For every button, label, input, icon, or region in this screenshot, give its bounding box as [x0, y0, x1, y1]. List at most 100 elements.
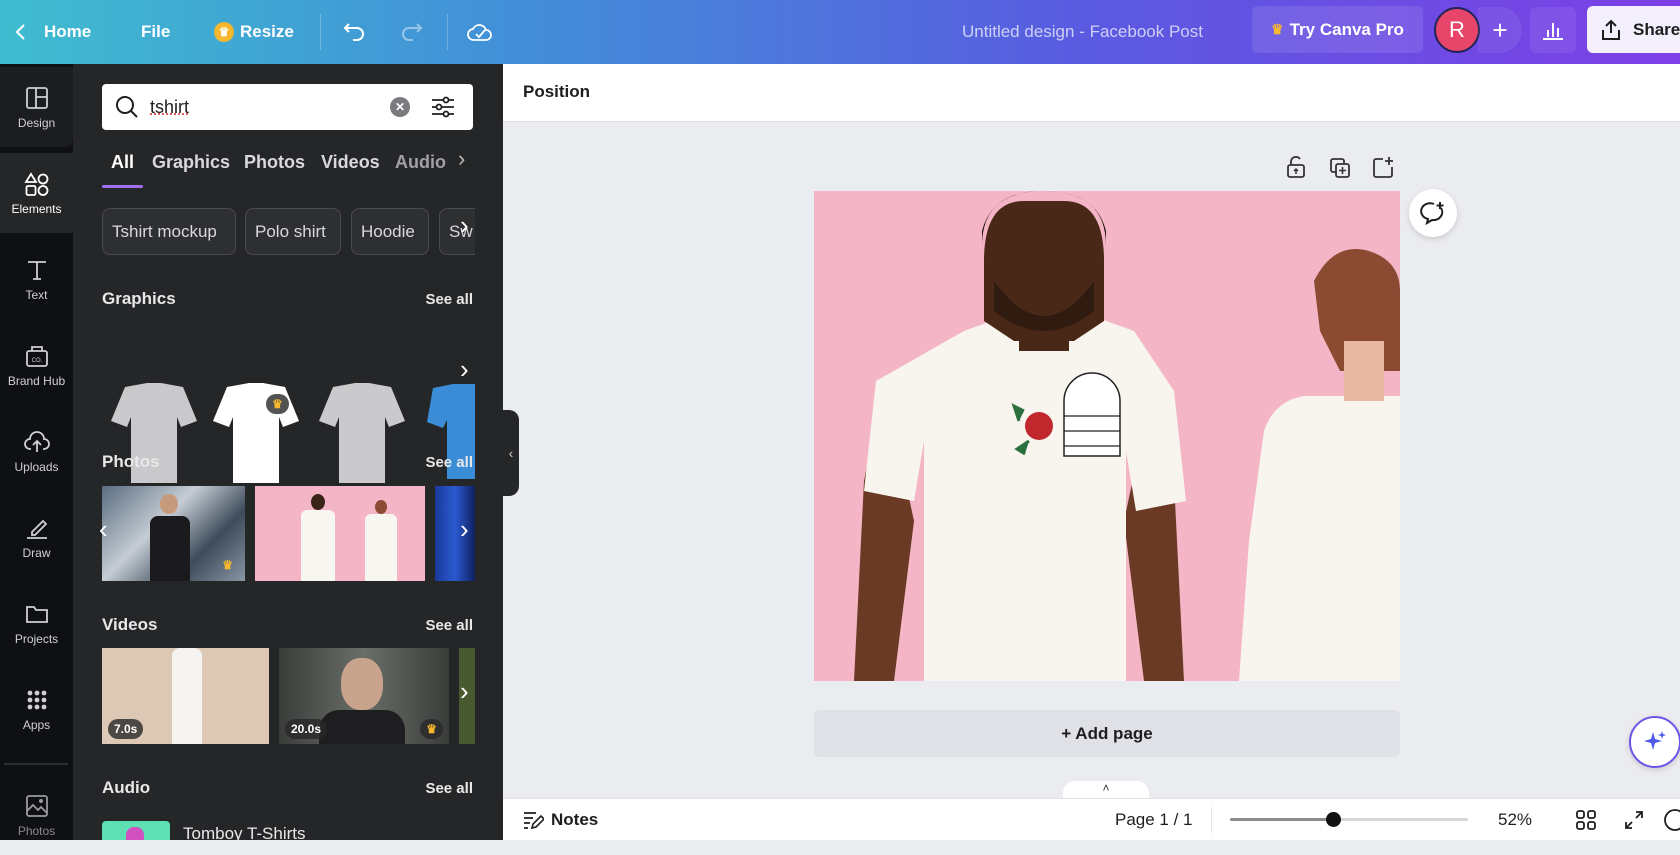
bar-chart-icon	[1543, 23, 1563, 40]
videos-next-icon[interactable]: ›	[460, 676, 469, 707]
rail-item-apps[interactable]: Apps	[0, 669, 73, 749]
suggestion-chip[interactable]: Sw	[439, 208, 475, 255]
man-figure	[854, 191, 1186, 681]
add-comment-button[interactable]	[1409, 189, 1457, 237]
elements-panel: ✕ All Graphics Photos Videos Audio › Tsh…	[73, 64, 503, 840]
rail-item-projects[interactable]: Projects	[0, 583, 73, 663]
chevron-up-icon: ˄	[1102, 781, 1110, 795]
try-canva-pro-button[interactable]: ♛ Try Canva Pro	[1252, 6, 1423, 53]
position-button[interactable]: Position	[523, 82, 590, 102]
see-all-videos[interactable]: See all	[425, 617, 473, 634]
design-title[interactable]: Untitled design - Facebook Post	[962, 0, 1203, 64]
rail-item-uploads[interactable]: Uploads	[0, 411, 73, 491]
audio-track-title[interactable]: Tomboy T-Shirts	[183, 824, 306, 840]
side-rail: Design Elements Text CO. Brand Hub Uploa…	[0, 64, 73, 840]
home-label: Home	[44, 22, 92, 41]
show-pages-button[interactable]: ˄	[1063, 781, 1149, 799]
video-item[interactable]: 20.0s ♛	[279, 648, 449, 744]
rail-label: Uploads	[14, 459, 59, 474]
suggestion-chip[interactable]: Polo shirt	[245, 208, 341, 255]
notes-button[interactable]: Notes	[522, 799, 598, 841]
file-menu[interactable]: File	[141, 0, 170, 64]
photo-figure	[160, 494, 178, 514]
tab-all[interactable]: All	[111, 152, 134, 173]
rail-item-design[interactable]: Design	[0, 67, 73, 147]
avatar[interactable]: R	[1434, 7, 1480, 53]
notes-icon	[524, 812, 544, 830]
clear-search-button[interactable]: ✕	[390, 97, 410, 117]
share-icon	[1602, 19, 1620, 40]
suggestion-chip[interactable]: Hoodie	[351, 208, 429, 255]
zoom-slider-handle[interactable]	[1326, 812, 1342, 827]
fullscreen-icon[interactable]	[1623, 809, 1645, 831]
pro-crown-icon: ♛	[266, 394, 289, 414]
collapse-panel-button[interactable]: ‹	[503, 410, 519, 496]
see-all-graphics[interactable]: See all	[425, 291, 473, 308]
help-icon[interactable]	[1663, 808, 1680, 832]
photo-figure	[365, 514, 397, 581]
video-duration: 7.0s	[108, 719, 144, 739]
photo-figure	[150, 516, 190, 581]
zoom-slider-fill	[1230, 818, 1334, 821]
save-status-button[interactable]	[466, 0, 494, 64]
rail-item-text[interactable]: Text	[0, 239, 73, 319]
active-tab-indicator	[102, 185, 143, 188]
home-button[interactable]: Home	[14, 0, 91, 64]
pro-crown-icon: ♛	[222, 558, 233, 572]
invite-button[interactable]: +	[1478, 7, 1522, 53]
photo-item-woman-rocks[interactable]: ♛	[102, 486, 245, 581]
magic-assistant-button[interactable]	[1629, 716, 1680, 768]
divider	[447, 14, 448, 50]
sparkle-icon	[1644, 731, 1666, 750]
rail-label: Apps	[22, 717, 51, 732]
rail-item-photos[interactable]: Photos	[0, 775, 73, 855]
design-page[interactable]	[814, 191, 1400, 681]
add-page-button[interactable]: + Add page	[814, 710, 1400, 757]
notes-label: Notes	[551, 810, 599, 829]
video-item[interactable]: 7.0s	[102, 648, 269, 744]
resize-button[interactable]: ♛ Resize	[214, 0, 294, 64]
photo-figure	[375, 500, 387, 514]
rail-label: Design	[17, 115, 56, 130]
rail-label: Text	[25, 287, 48, 302]
zoom-percentage[interactable]: 52%	[1498, 799, 1532, 841]
duplicate-page-icon[interactable]	[1328, 156, 1352, 180]
tab-videos[interactable]: Videos	[321, 152, 380, 173]
context-toolbar: Position	[503, 64, 1680, 122]
rail-item-brand-hub[interactable]: CO. Brand Hub	[0, 325, 73, 405]
photo-figure	[311, 494, 325, 510]
photo-item-blue[interactable]	[435, 486, 475, 581]
share-button[interactable]: Share	[1587, 6, 1680, 53]
suggestion-chip[interactable]: Tshirt mockup	[102, 208, 236, 255]
tabs-next-icon[interactable]: ›	[458, 146, 465, 172]
search-input[interactable]	[150, 96, 380, 118]
zoom-slider[interactable]	[1230, 812, 1468, 827]
insights-button[interactable]	[1530, 7, 1576, 53]
unlock-icon[interactable]	[1284, 155, 1308, 179]
add-page-icon[interactable]	[1371, 155, 1395, 179]
folder-icon	[25, 605, 48, 623]
rail-item-draw[interactable]: Draw	[0, 497, 73, 577]
redo-button[interactable]	[398, 0, 424, 64]
audio-thumbnail[interactable]	[102, 821, 170, 840]
share-label: Share	[1633, 19, 1680, 39]
tab-graphics[interactable]: Graphics	[152, 152, 230, 173]
design-photo	[854, 191, 1400, 681]
see-all-photos[interactable]: See all	[425, 454, 473, 471]
tab-photos[interactable]: Photos	[244, 152, 305, 173]
see-all-audio[interactable]: See all	[425, 780, 473, 797]
photos-prev-icon[interactable]: ‹	[99, 514, 108, 545]
svg-text:CO.: CO.	[31, 358, 42, 364]
undo-button[interactable]	[342, 0, 368, 64]
rail-item-elements[interactable]: Elements	[0, 153, 73, 233]
graphics-next-icon[interactable]: ›	[460, 354, 469, 385]
photo-item-pink-tshirts[interactable]	[255, 486, 425, 581]
filter-icon[interactable]	[430, 94, 456, 120]
chevron-left-icon: ‹	[508, 445, 514, 461]
chips-next-icon[interactable]: ›	[460, 210, 469, 241]
page-indicator[interactable]: Page 1 / 1	[1115, 799, 1193, 841]
grid-view-icon[interactable]	[1575, 809, 1597, 831]
try-pro-label: Try Canva Pro	[1289, 19, 1404, 39]
tab-audio[interactable]: Audio	[395, 152, 446, 173]
photos-next-icon[interactable]: ›	[460, 514, 469, 545]
